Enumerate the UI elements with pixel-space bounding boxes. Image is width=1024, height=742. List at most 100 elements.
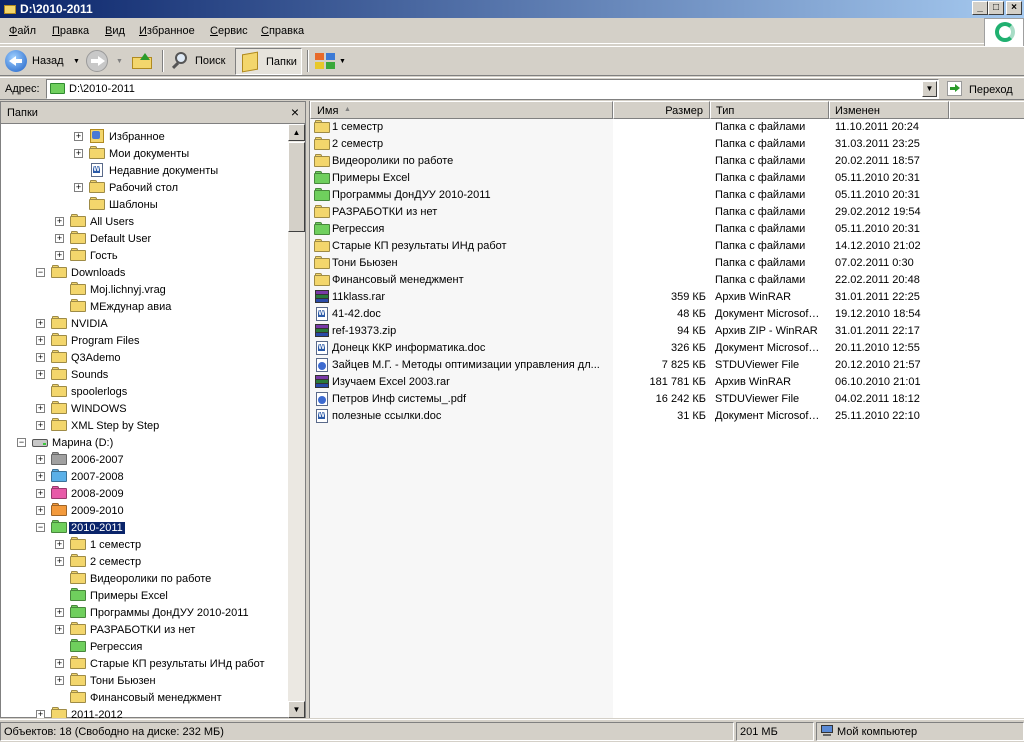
tree-item[interactable]: + Мои документы	[1, 145, 288, 162]
back-dropdown-icon[interactable]: ▼	[73, 58, 80, 65]
tree-item[interactable]: МЕждунар авиа	[1, 298, 288, 315]
column-header-modified[interactable]: Изменен	[829, 101, 949, 119]
menu-tools[interactable]: Сервис	[210, 25, 248, 37]
up-folder-button[interactable]	[129, 48, 157, 75]
menu-view[interactable]: Вид	[105, 25, 125, 37]
tree-item[interactable]: Видеоролики по работе	[1, 570, 288, 587]
file-row[interactable]: Финансовый менеджмент Папка с файлами 22.0…	[310, 272, 1024, 289]
tree-item[interactable]: +2009-2010	[1, 502, 288, 519]
expand-icon[interactable]: +	[36, 489, 45, 498]
tree-item[interactable]: +2007-2008	[1, 468, 288, 485]
tree-item[interactable]: Шаблоны	[1, 196, 288, 213]
expand-icon[interactable]: +	[36, 455, 45, 464]
file-row[interactable]: РАЗРАБОТКИ из нет Папка с файлами 29.02.20…	[310, 204, 1024, 221]
tree-item[interactable]: +1 семестр	[1, 536, 288, 553]
tree-item[interactable]: +2006-2007	[1, 451, 288, 468]
expand-icon[interactable]: +	[36, 353, 45, 362]
tree-item[interactable]: + РАЗРАБОТКИ из нет	[1, 621, 288, 638]
back-button[interactable]: Назад ▼	[3, 48, 81, 75]
close-folders-pane-button[interactable]: ×	[291, 104, 299, 120]
tree-item[interactable]: + NVIDIA	[1, 315, 288, 332]
scroll-thumb[interactable]	[288, 142, 305, 232]
tree-item[interactable]: + Гость	[1, 247, 288, 264]
expand-icon[interactable]: +	[55, 557, 64, 566]
file-row[interactable]: Петров Инф системы_.pdf 16 242 КБ STDUView…	[310, 391, 1024, 408]
file-row[interactable]: Wполезные ссылки.doc 31 КБ Документ Micros…	[310, 408, 1024, 425]
menu-help[interactable]: Справка	[261, 25, 304, 37]
tree-item[interactable]: Финансовый менеджмент	[1, 689, 288, 706]
tree-item[interactable]: − Downloads	[1, 264, 288, 281]
maximize-button[interactable]: □	[988, 1, 1004, 15]
tree-item[interactable]: + All Users	[1, 213, 288, 230]
tree-item[interactable]: + Тони Бьюзен	[1, 672, 288, 689]
tree-item[interactable]: + Program Files	[1, 332, 288, 349]
views-dropdown-icon[interactable]: ▼	[339, 58, 346, 65]
column-header-name[interactable]: Имя ▲	[310, 101, 613, 119]
expand-icon[interactable]: +	[55, 659, 64, 668]
expand-icon[interactable]: +	[74, 149, 83, 158]
file-row[interactable]: Изучаем Excel 2003.rar 181 781 КБ Архив Wi…	[310, 374, 1024, 391]
column-header-size[interactable]: Размер	[613, 101, 710, 119]
expand-icon[interactable]: +	[36, 319, 45, 328]
folder-tree-scrollbar[interactable]: ▲ ▼	[288, 124, 305, 718]
tree-item[interactable]: + Программы ДонДУУ 2010-2011	[1, 604, 288, 621]
expand-icon[interactable]: +	[36, 404, 45, 413]
file-row[interactable]: Видеоролики по работе Папка с файлами 20.0…	[310, 153, 1024, 170]
file-row[interactable]: Программы ДонДУУ 2010-2011 Папка с файлам…	[310, 187, 1024, 204]
tree-item[interactable]: + Sounds	[1, 366, 288, 383]
menu-favorites[interactable]: Избранное	[139, 25, 195, 37]
folders-button[interactable]: Папки	[235, 48, 302, 75]
tree-item[interactable]: + Старые КП результаты ИНд работ	[1, 655, 288, 672]
tree-item[interactable]: Moj.lichnyj.vrag	[1, 281, 288, 298]
tree-item[interactable]: + Q3Ademo	[1, 349, 288, 366]
file-row[interactable]: Примеры Excel Папка с файлами 05.11.2010 2…	[310, 170, 1024, 187]
views-button[interactable]: ▼	[312, 48, 348, 75]
expand-icon[interactable]: +	[36, 370, 45, 379]
collapse-icon[interactable]: −	[36, 268, 45, 277]
expand-icon[interactable]: +	[36, 506, 45, 515]
collapse-icon[interactable]: −	[17, 438, 26, 447]
go-button[interactable]: Переход	[944, 79, 1022, 99]
file-row[interactable]: ref-19373.zip 94 КБ Архив ZIP - WinRAR 31.0…	[310, 323, 1024, 340]
file-row[interactable]: W 41-42.doc 48 КБ Документ Microsof… 19.12.2…	[310, 306, 1024, 323]
menu-file[interactable]: Файл	[9, 25, 36, 37]
file-row[interactable]: 1 семестр Папка с файлами 11.10.2011 20:24	[310, 119, 1024, 136]
forward-button[interactable]: ▼	[84, 48, 124, 75]
expand-icon[interactable]: +	[36, 421, 45, 430]
expand-icon[interactable]: +	[55, 540, 64, 549]
tree-item[interactable]: + WINDOWS	[1, 400, 288, 417]
tree-item[interactable]: + Избранное	[1, 128, 288, 145]
expand-icon[interactable]: +	[36, 472, 45, 481]
tree-item[interactable]: +2008-2009	[1, 485, 288, 502]
collapse-icon[interactable]: −	[36, 523, 45, 532]
tree-item[interactable]: − Марина (D:)	[1, 434, 288, 451]
expand-icon[interactable]: +	[55, 625, 64, 634]
scroll-down-button[interactable]: ▼	[288, 701, 305, 718]
file-row[interactable]: 2 семестр Папка с файлами 31.03.2011 23:25	[310, 136, 1024, 153]
file-row[interactable]: Зайцев М.Г. - Методы оптимизации управле…	[310, 357, 1024, 374]
address-dropdown-button[interactable]: ▼	[922, 81, 937, 97]
tree-item[interactable]: +2011-2012	[1, 706, 288, 718]
file-row[interactable]: Регрессия Папка с файлами 05.11.2010 20:31	[310, 221, 1024, 238]
close-button[interactable]: ×	[1006, 1, 1022, 15]
column-header-type[interactable]: Тип	[710, 101, 829, 119]
tree-item[interactable]: + XML Step by Step	[1, 417, 288, 434]
tree-item[interactable]: +2 семестр	[1, 553, 288, 570]
address-input[interactable]: D:\2010-2011 ▼	[46, 79, 939, 99]
scroll-up-button[interactable]: ▲	[288, 124, 305, 141]
search-button[interactable]: Поиск	[167, 48, 231, 75]
expand-icon[interactable]: +	[36, 710, 45, 718]
menu-edit[interactable]: Правка	[52, 25, 89, 37]
tree-item[interactable]: Регрессия	[1, 638, 288, 655]
minimize-button[interactable]: _	[972, 1, 988, 15]
expand-icon[interactable]: +	[74, 132, 83, 141]
forward-dropdown-icon[interactable]: ▼	[116, 58, 123, 65]
tree-item[interactable]: W Недавние документы	[1, 162, 288, 179]
expand-icon[interactable]: +	[55, 251, 64, 260]
expand-icon[interactable]: +	[55, 676, 64, 685]
tree-item[interactable]: + Рабочий стол	[1, 179, 288, 196]
tree-item[interactable]: Примеры Excel	[1, 587, 288, 604]
expand-icon[interactable]: +	[55, 217, 64, 226]
tree-item[interactable]: + Default User	[1, 230, 288, 247]
file-row[interactable]: Старые КП результаты ИНд работ Папка с фа…	[310, 238, 1024, 255]
